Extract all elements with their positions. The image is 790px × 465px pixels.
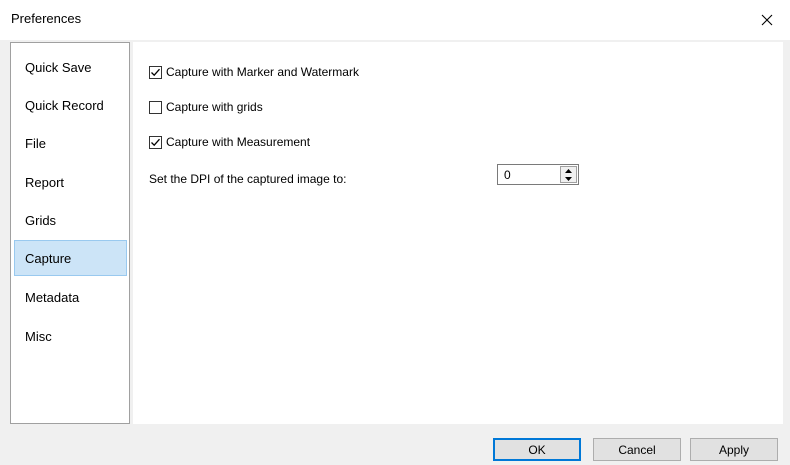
sidebar-item-file[interactable]: File [14,125,127,161]
sidebar-item-capture[interactable]: Capture [14,240,127,276]
sidebar-item-label: Capture [25,250,72,266]
sidebar-item-grids[interactable]: Grids [14,202,127,238]
sidebar-item-quick-save[interactable]: Quick Save [14,49,127,85]
cancel-button[interactable]: Cancel [593,438,681,461]
sidebar-item-label: Quick Save [25,59,92,75]
apply-button[interactable]: Apply [690,438,778,461]
title-bar: Preferences [0,0,790,40]
dpi-spinbox[interactable]: 0 [497,164,579,185]
marker-watermark-checkbox[interactable]: Capture with Marker and Watermark [149,64,359,80]
sidebar-item-metadata[interactable]: Metadata [14,279,127,315]
checkbox-box[interactable] [149,65,162,79]
dpi-label: Set the DPI of the captured image to: [149,172,347,186]
checkbox-box[interactable] [149,100,162,114]
checkmark-icon [151,138,160,146]
sidebar-item-label: Grids [25,212,57,228]
sidebar-item-label: Report [25,174,65,190]
close-button[interactable] [752,8,782,32]
sidebar-item-label: Metadata [25,289,80,305]
grids-checkbox[interactable]: Capture with grids [149,99,263,115]
sidebar-item-misc[interactable]: Misc [14,318,127,354]
category-list: Quick Save Quick Record File Report Grid… [10,42,130,424]
dpi-value[interactable]: 0 [504,168,511,182]
checkbox-label: Capture with Measurement [166,135,311,149]
sidebar-item-label: Misc [25,328,52,344]
triangle-down-icon [565,177,572,181]
checkbox-label: Capture with grids [166,100,263,114]
checkmark-icon [151,68,160,76]
spin-buttons [560,166,577,183]
capture-settings-panel: Capture with Marker and Watermark Captur… [133,42,783,424]
checkbox-label: Capture with Marker and Watermark [166,65,359,79]
checkbox-box[interactable] [149,135,162,149]
triangle-up-icon [565,169,572,173]
spin-up-button[interactable] [561,167,576,175]
sidebar-item-label: File [25,135,46,151]
sidebar-item-quick-record[interactable]: Quick Record [14,87,127,123]
window-title: Preferences [11,11,82,26]
sidebar-item-label: Quick Record [25,97,104,113]
sidebar-item-report[interactable]: Report [14,164,127,200]
ok-button[interactable]: OK [493,438,581,461]
measurement-checkbox[interactable]: Capture with Measurement [149,134,310,150]
spin-down-button[interactable] [561,175,576,183]
preferences-dialog: Preferences Quick Save Quick Record File… [0,0,790,465]
divider [0,424,790,425]
close-icon [761,14,773,26]
